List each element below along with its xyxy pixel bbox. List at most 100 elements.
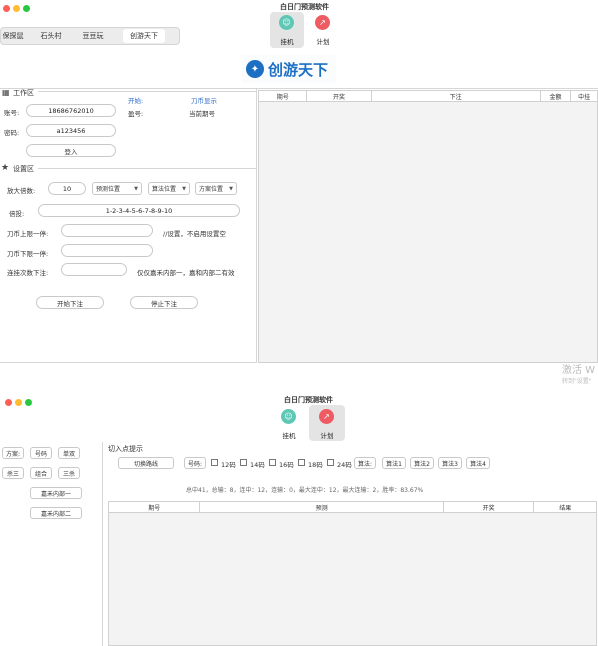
code-button[interactable]: 号码 — [30, 447, 52, 459]
stats-text: 总中41，总输：8，连中：12，连输：0，最大连中：12，最大连输：2，胜率：8… — [186, 487, 424, 494]
robot-icon: ☺ — [279, 15, 294, 30]
minimize-dot[interactable] — [13, 5, 20, 12]
window-bottom: 白日门预测软件 ☺ 挂机 ↗ 计划 方案: 号码 单双 杀三 组合 三杀 嘉禾内… — [0, 390, 598, 646]
streak-label: 连挂次数下注: — [7, 269, 49, 277]
chevron-down-icon: ▼ — [182, 186, 186, 192]
plan-position-select[interactable]: 方案位置 ▼ — [195, 182, 237, 195]
window-title: 白日门预测软件 — [284, 396, 333, 404]
col-period[interactable]: 期号 — [259, 91, 308, 101]
surplus-label: 盈号: — [128, 110, 144, 118]
activation-watermark-2: 转到"设置" — [562, 378, 592, 385]
brand-logo: ✦ 创游天下 — [242, 55, 336, 83]
toolbar-hang-button[interactable]: ☺ 挂机 — [270, 12, 304, 48]
chevron-down-icon: ▼ — [134, 186, 138, 192]
code-18-label: 18码 — [308, 461, 323, 469]
upper-limit-hint: //设置，不启用设置空 — [163, 230, 226, 238]
three-kill-button[interactable]: 三杀 — [58, 467, 80, 479]
odd-even-button[interactable]: 单双 — [58, 447, 80, 459]
toolbar-hang-button[interactable]: ☺ 挂机 — [272, 405, 306, 441]
login-button[interactable]: 登入 — [26, 144, 116, 157]
work-area-line — [38, 91, 256, 92]
start-bet-button[interactable]: 开始下注 — [36, 296, 104, 309]
tab-baotanshu[interactable]: 保探鼠 — [0, 28, 26, 44]
jiahe-internal-1-button[interactable]: 嘉禾内部一 — [30, 487, 82, 499]
hang-label: 挂机 — [282, 432, 296, 440]
maximize-dot[interactable] — [23, 5, 30, 12]
password-label: 密码: — [4, 129, 20, 137]
chevron-down-icon: ▼ — [229, 186, 233, 192]
multiple-label: 倍投: — [9, 210, 25, 218]
left-divider — [102, 442, 103, 646]
toolbar-plan-button[interactable]: ↗ 计划 — [306, 12, 340, 48]
window-title: 白日门预测软件 — [280, 3, 329, 11]
panel-splitter[interactable] — [256, 88, 257, 363]
streak-hint: 仅仅嘉禾内部一，嘉和内部二有效 — [137, 269, 235, 277]
entry-point-title: 切入点提示 — [108, 445, 143, 453]
minimize-dot[interactable] — [15, 399, 22, 406]
algo-3-button[interactable]: 算法3 — [438, 457, 462, 469]
upper-limit-input[interactable] — [61, 224, 153, 237]
star-icon: ★ — [1, 163, 10, 173]
knife-display: 刀币显示 — [191, 97, 217, 105]
col-outcome[interactable]: 结果 — [534, 502, 596, 512]
col-draw[interactable]: 开奖 — [307, 91, 372, 101]
col-result[interactable]: 中挂 — [571, 91, 597, 101]
plan-button[interactable]: 方案: — [2, 447, 24, 459]
account-input[interactable]: 18686762010 — [26, 104, 116, 117]
algo-4-button[interactable]: 算法4 — [466, 457, 490, 469]
code-14-label: 14码 — [250, 461, 265, 469]
password-input[interactable]: a123456 — [26, 124, 116, 137]
maximize-dot[interactable] — [25, 399, 32, 406]
switch-line-button[interactable]: 切换路线 — [118, 457, 174, 469]
multiple-input[interactable]: 1-2-3-4-5-6-7-8-9-10 — [38, 204, 240, 217]
bet-table-header: 期号 开奖 下注 金额 中挂 — [259, 91, 597, 102]
checkbox-18[interactable] — [298, 459, 305, 466]
algo-label-box: 算法: — [354, 457, 376, 469]
hang-label: 挂机 — [280, 38, 294, 46]
work-area-title: 工作区 — [13, 89, 34, 97]
settings-area-line — [38, 168, 256, 169]
predict-position-select[interactable]: 预测位置 ▼ — [92, 182, 142, 195]
tab-chuangyou[interactable]: 创游天下 — [123, 29, 165, 43]
robot-icon: ☺ — [281, 409, 296, 424]
streak-input[interactable] — [61, 263, 127, 276]
algo-2-button[interactable]: 算法2 — [410, 457, 434, 469]
trend-icon: ↗ — [319, 409, 334, 424]
algo-position-value: 算法位置 — [152, 186, 177, 193]
checkbox-24[interactable] — [327, 459, 334, 466]
plan-table: 期号 预测 开奖 结果 — [108, 501, 597, 646]
combo-button[interactable]: 组合 — [30, 467, 52, 479]
multiplier-label: 放大倍数: — [7, 187, 36, 195]
col-draw[interactable]: 开奖 — [444, 502, 535, 512]
tab-shitoucun[interactable]: 石头村 — [36, 28, 66, 44]
jiahe-internal-2-button[interactable]: 嘉禾内部二 — [30, 507, 82, 519]
bet-table: 期号 开奖 下注 金额 中挂 — [258, 90, 598, 363]
brand-text: 创游天下 — [268, 60, 329, 79]
toolbar-plan-button[interactable]: ↗ 计划 — [309, 405, 345, 441]
predict-position-value: 预测位置 — [96, 186, 121, 193]
kill-three-button[interactable]: 杀三 — [2, 467, 24, 479]
close-dot[interactable] — [5, 399, 12, 406]
checkbox-14[interactable] — [240, 459, 247, 466]
grid-icon: ▦ — [2, 88, 10, 97]
col-bet[interactable]: 下注 — [372, 91, 541, 101]
account-label: 账号: — [4, 109, 20, 117]
header-divider — [0, 88, 598, 89]
col-amount[interactable]: 金额 — [541, 91, 572, 101]
col-prediction[interactable]: 预测 — [200, 502, 444, 512]
algo-position-select[interactable]: 算法位置 ▼ — [148, 182, 190, 195]
code-16-label: 16码 — [279, 461, 294, 469]
algo-1-button[interactable]: 算法1 — [382, 457, 406, 469]
stop-bet-button[interactable]: 停止下注 — [130, 296, 198, 309]
checkbox-16[interactable] — [269, 459, 276, 466]
lower-limit-input[interactable] — [61, 244, 153, 257]
multiplier-input[interactable]: 10 — [48, 182, 86, 195]
upper-limit-label: 刀币上限一停: — [7, 230, 49, 238]
col-period[interactable]: 期号 — [109, 502, 201, 512]
close-dot[interactable] — [3, 5, 10, 12]
plan-table-header: 期号 预测 开奖 结果 — [109, 502, 596, 513]
tab-doudouwan[interactable]: 豆豆玩 — [78, 28, 108, 44]
checkbox-12[interactable] — [211, 459, 218, 466]
plan-position-value: 方案位置 — [199, 186, 224, 193]
start-label: 开始: — [128, 97, 144, 105]
